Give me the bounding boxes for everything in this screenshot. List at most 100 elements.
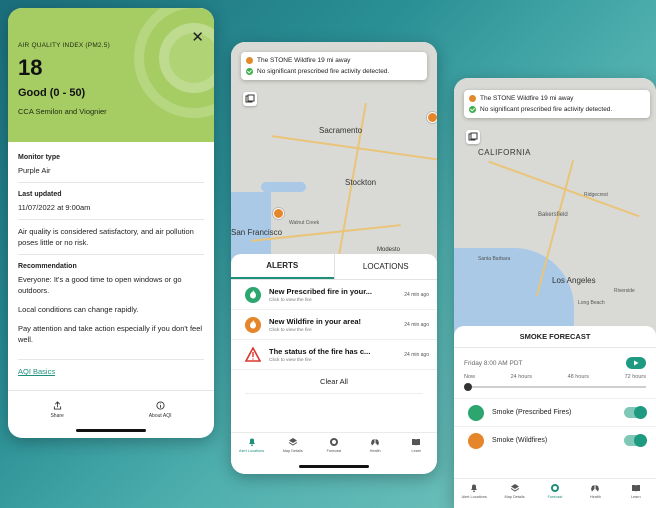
- slider-handle[interactable]: [464, 383, 472, 391]
- play-button[interactable]: [626, 357, 646, 369]
- alerts-screen: Sacramento Stockton San Francisco Modest…: [231, 42, 437, 474]
- layer-toggle[interactable]: [624, 434, 647, 447]
- recommendation-section: Recommendation Everyone: It's a good tim…: [18, 261, 204, 360]
- map-label-california: CALIFORNIA: [478, 148, 532, 157]
- map-view[interactable]: Sacramento Stockton San Francisco Modest…: [231, 42, 437, 262]
- alert-item[interactable]: New Prescribed fire in your... Click to …: [231, 280, 437, 310]
- check-icon: [246, 68, 253, 75]
- aqi-description: Air quality is considered satisfactory, …: [18, 227, 194, 247]
- lungs-icon: [371, 439, 380, 446]
- fire-status-banner[interactable]: The STONE Wildfire 19 mi away No signifi…: [464, 90, 650, 118]
- share-button[interactable]: Share: [50, 400, 64, 419]
- monitor-type-section: Monitor type Purple Air: [18, 152, 204, 183]
- layers-icon: [468, 132, 478, 141]
- layer-row: Smoke (Prescribed Fires): [454, 398, 656, 426]
- map-label-bakersfield: Bakersfield: [538, 212, 568, 218]
- fire-marker[interactable]: [273, 208, 284, 219]
- nav-learn[interactable]: Learn: [623, 483, 649, 499]
- nav-label: Alert Locations: [461, 495, 487, 499]
- alert-item[interactable]: The status of the fire has c... Click to…: [231, 340, 437, 370]
- nav-map-details[interactable]: Map Details: [502, 483, 528, 499]
- slider-label: 72 hours: [624, 374, 646, 380]
- book-icon: [412, 439, 421, 446]
- about-aqi-label: About AQI: [148, 412, 172, 419]
- clear-all-button[interactable]: Clear All: [245, 370, 423, 394]
- aqi-status: Good (0 - 50): [18, 87, 86, 99]
- alert-time: 24 min ago: [404, 291, 429, 298]
- nav-label: Health: [589, 495, 601, 499]
- nav-label: Learn: [630, 495, 641, 499]
- map-label-san-francisco: San Francisco: [231, 228, 283, 237]
- fire-status-banner[interactable]: The STONE Wildfire 19 mi away No signifi…: [241, 52, 427, 80]
- tab-alerts[interactable]: ALERTS: [231, 254, 334, 279]
- delta-water: [261, 182, 306, 192]
- last-updated-value: 11/07/2022 at 9:00am: [18, 203, 91, 212]
- forecast-icon: [550, 484, 559, 492]
- banner-prescribed-text: No significant prescribed fire activity …: [480, 106, 613, 113]
- layer-name: Smoke (Wildfires): [492, 437, 548, 444]
- fire-icon: [246, 57, 253, 64]
- layers-button[interactable]: [466, 130, 480, 144]
- bay-water: [231, 192, 271, 262]
- layers-icon: [245, 94, 255, 103]
- nav-alert-locations[interactable]: Alert Locations: [239, 437, 265, 453]
- nav-health[interactable]: Health: [362, 437, 388, 453]
- station-name: CCA Semilon and Viognier: [18, 107, 107, 116]
- alert-subtitle: Click to view the fire: [269, 297, 312, 303]
- forecast-date: Friday 8:00 AM PDT: [464, 359, 523, 367]
- bell-icon: [471, 484, 478, 493]
- layer-name: Smoke (Prescribed Fires): [492, 409, 572, 416]
- nav-health[interactable]: Health: [582, 483, 608, 499]
- nav-map-details[interactable]: Map Details: [280, 437, 306, 453]
- aqi-index-label: AIR QUALITY INDEX (PM2.5): [18, 42, 110, 49]
- nav-label: Map Details: [504, 495, 525, 499]
- aqi-detail-screen: ✕ AIR QUALITY INDEX (PM2.5) 18 Good (0 -…: [8, 8, 214, 438]
- nav-learn[interactable]: Learn: [403, 437, 429, 453]
- banner-fire-text: The STONE Wildfire 19 mi away: [257, 57, 351, 64]
- nav-forecast[interactable]: Forecast: [542, 483, 568, 499]
- aqi-basics-link[interactable]: AQI Basics: [18, 367, 55, 376]
- warning-icon: [245, 347, 261, 363]
- info-icon: [156, 400, 165, 410]
- tab-locations[interactable]: LOCATIONS: [333, 254, 438, 279]
- alert-title: New Wildfire in your area!: [269, 316, 362, 326]
- slider-label: Now: [464, 374, 476, 380]
- layers-button[interactable]: [243, 92, 257, 106]
- map-view[interactable]: CALIFORNIA Bakersfield Ridgecrest Santa …: [454, 78, 656, 338]
- map-label-long-beach: Long Beach: [578, 300, 605, 306]
- alert-subtitle: Click to view the fire: [269, 327, 312, 333]
- lungs-icon: [591, 485, 600, 492]
- share-icon: [53, 400, 61, 410]
- about-aqi-button[interactable]: About AQI: [148, 400, 172, 419]
- banner-fire-text: The STONE Wildfire 19 mi away: [480, 95, 574, 102]
- last-updated-section: Last updated 11/07/2022 at 9:00am: [18, 189, 204, 220]
- share-label: Share: [50, 412, 64, 419]
- book-icon: [631, 485, 640, 492]
- nav-label: Health: [369, 449, 381, 453]
- forecast-icon: [329, 438, 338, 446]
- aqi-footer: Share About AQI: [8, 390, 214, 424]
- alert-item[interactable]: New Wildfire in your area! Click to view…: [231, 310, 437, 340]
- layers-icon: [288, 438, 298, 446]
- alert-time: 24 min ago: [404, 351, 429, 358]
- alert-time: 24 min ago: [404, 321, 429, 328]
- nav-forecast[interactable]: Forecast: [321, 437, 347, 453]
- time-slider-labels: Now 24 hours 48 hours 72 hours: [454, 374, 656, 380]
- recommendation-text: Pay attention and take action especially…: [18, 324, 203, 344]
- alerts-tabs: ALERTS LOCATIONS: [231, 254, 437, 280]
- layer-toggle[interactable]: [624, 406, 647, 419]
- alert-title: The status of the fire has c...: [269, 346, 371, 356]
- time-slider[interactable]: [464, 383, 646, 391]
- panel-title: SMOKE FORECAST: [454, 326, 656, 348]
- map-label-riverside: Riverside: [614, 288, 635, 294]
- map-label-stockton: Stockton: [345, 178, 377, 187]
- alert-title: New Prescribed fire in your...: [269, 286, 372, 296]
- wildfire-icon: [245, 316, 261, 333]
- nav-label: Learn: [411, 449, 422, 453]
- nav-label: Map Details: [282, 449, 303, 453]
- nav-alert-locations[interactable]: Alert Locations: [461, 483, 487, 499]
- check-icon: [469, 106, 476, 113]
- banner-prescribed-text: No significant prescribed fire activity …: [257, 68, 390, 75]
- recommendation-label: Recommendation: [18, 263, 77, 270]
- fire-marker[interactable]: [427, 112, 437, 123]
